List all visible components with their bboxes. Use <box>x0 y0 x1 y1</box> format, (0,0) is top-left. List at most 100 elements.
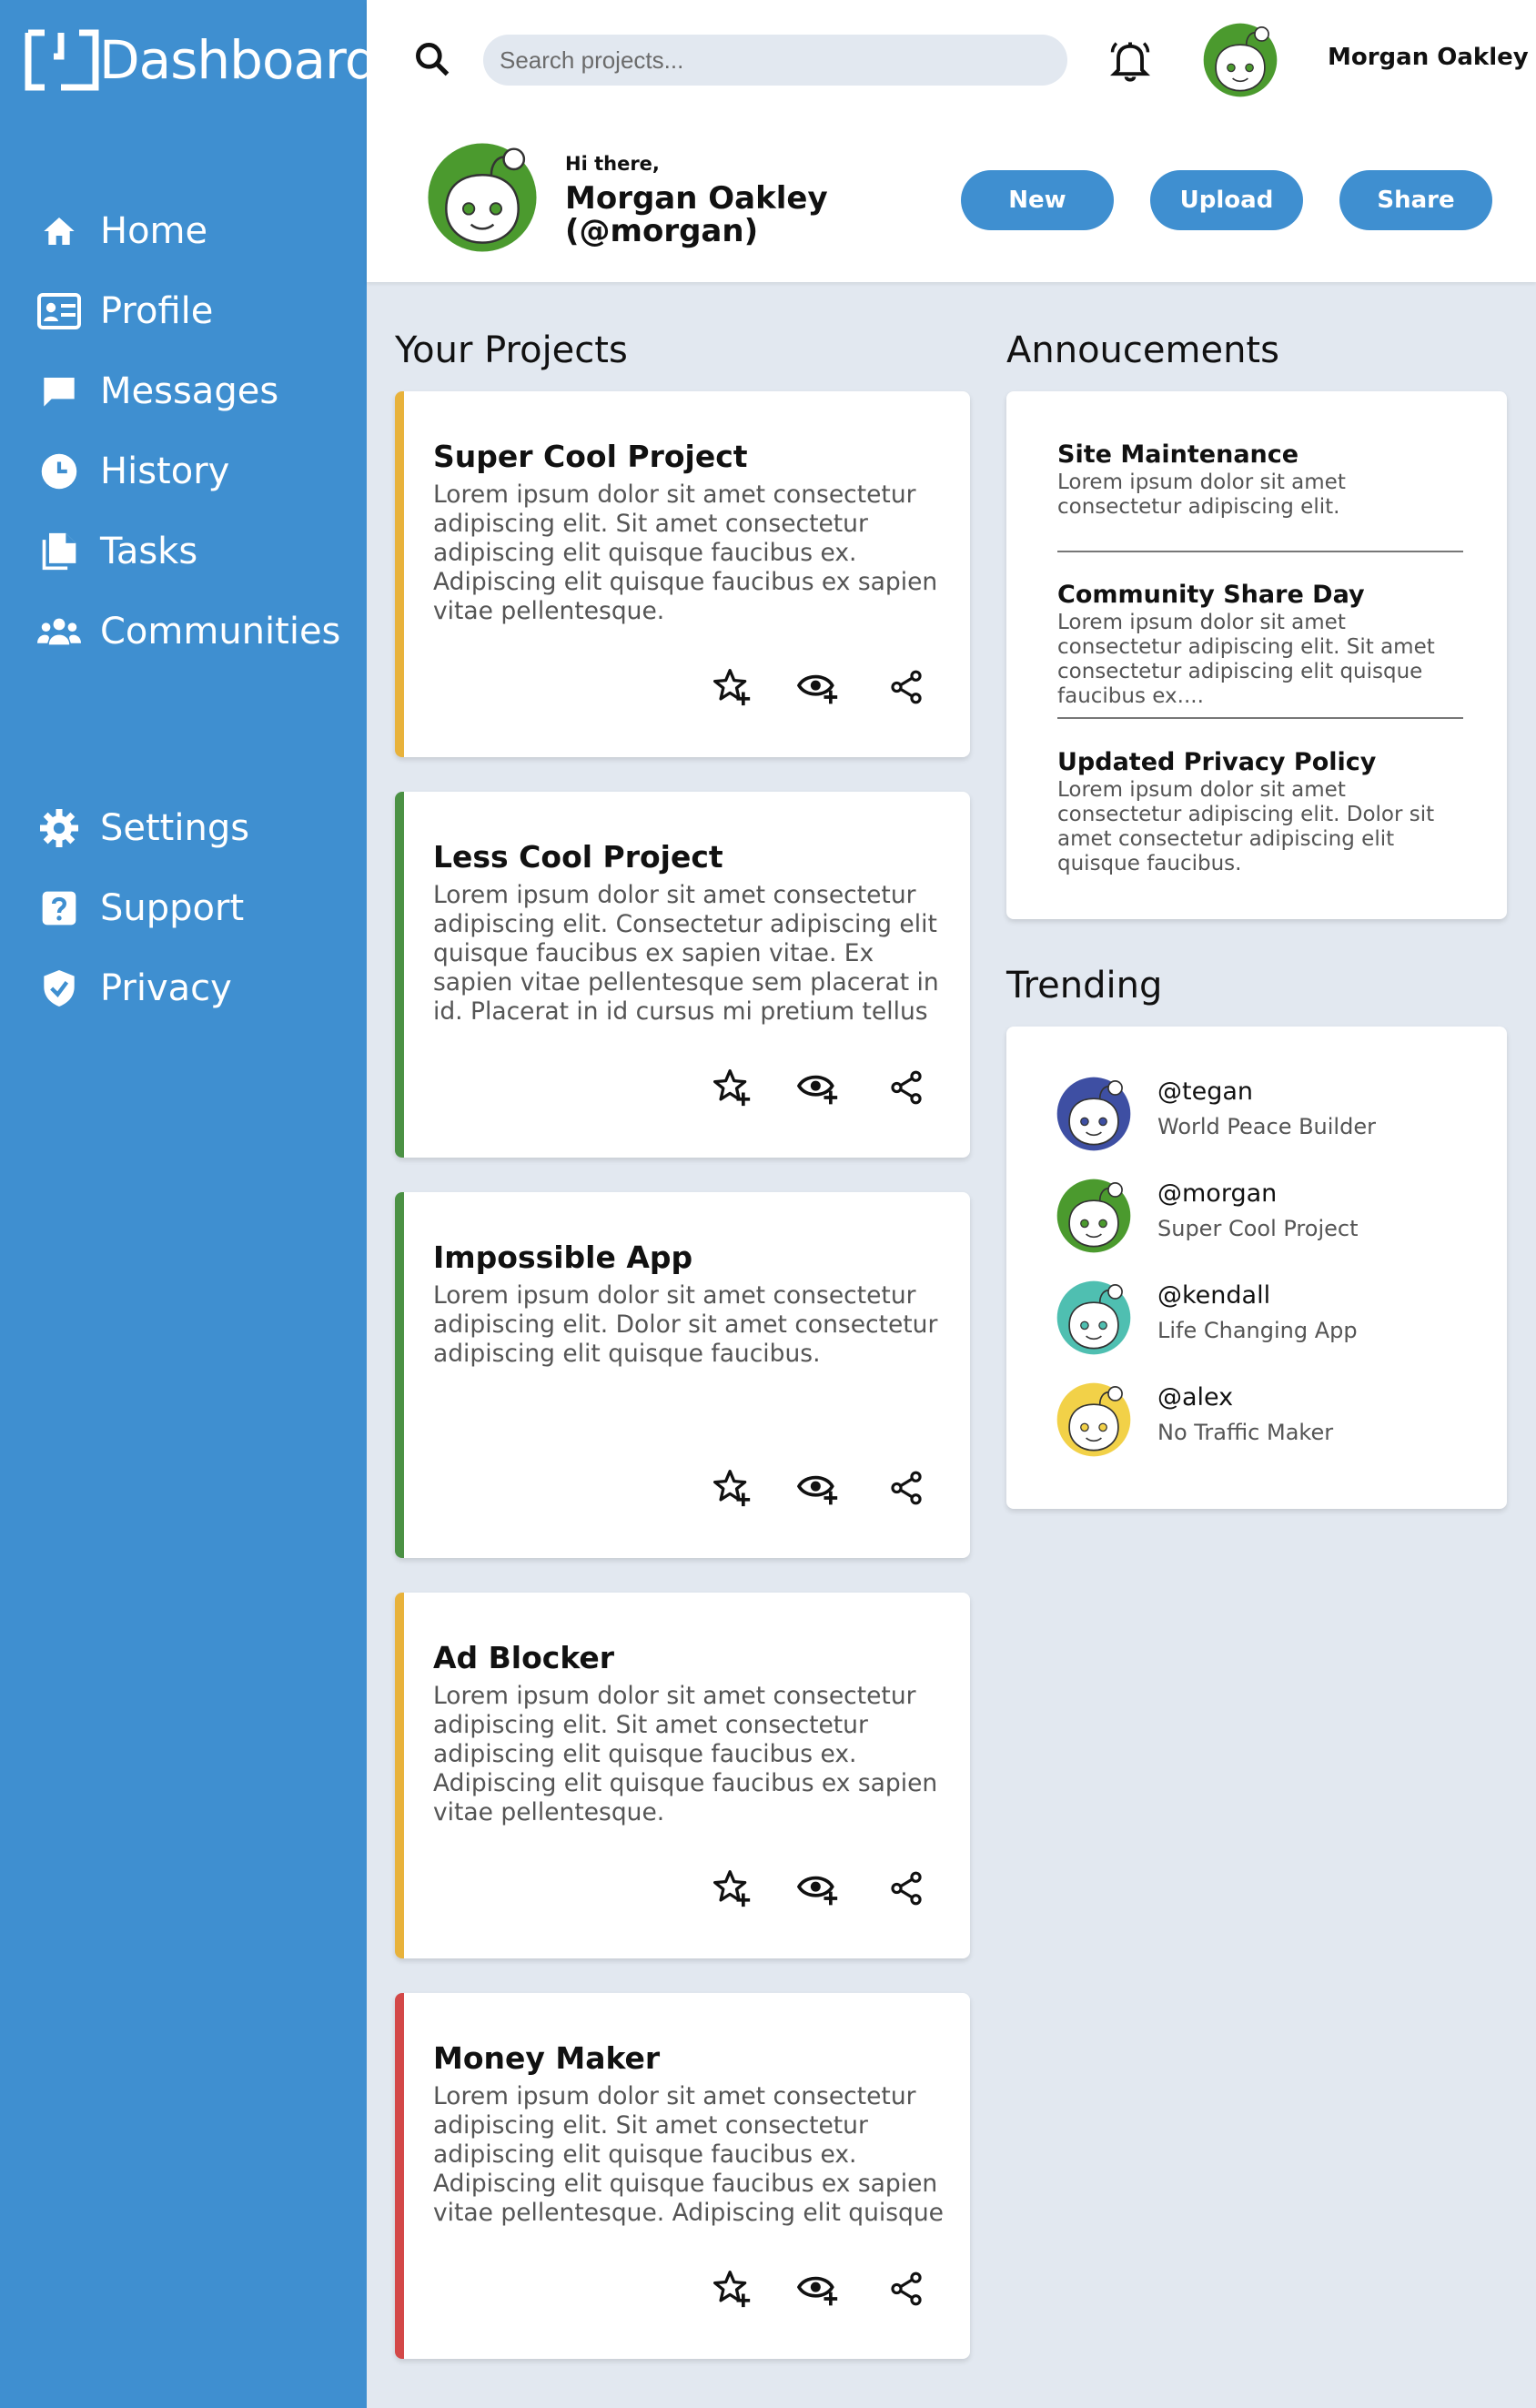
favorite-add-icon[interactable] <box>704 1060 759 1115</box>
sidebar-item-history[interactable]: History <box>36 431 346 511</box>
divider <box>1057 717 1463 719</box>
project-card[interactable]: Money Maker Lorem ipsum dolor sit amet c… <box>395 1993 970 2359</box>
project-title[interactable]: Less Cool Project <box>433 839 723 875</box>
avatar <box>1056 1381 1132 1458</box>
sidebar-item-label: Support <box>100 887 245 929</box>
gear-icon <box>36 805 82 851</box>
profile-full-name: Morgan Oakley <box>565 180 828 217</box>
header-username[interactable]: Morgan Oakley <box>1328 44 1529 71</box>
project-description: Lorem ipsum dolor sit amet consectetur a… <box>433 881 939 1026</box>
favorite-add-icon[interactable] <box>704 660 759 714</box>
projects-heading: Your Projects <box>395 329 628 371</box>
id-card-icon <box>36 288 82 334</box>
project-description: Lorem ipsum dolor sit amet consectetur a… <box>433 481 938 625</box>
question-icon <box>36 885 82 931</box>
search-icon[interactable] <box>412 39 452 79</box>
trending-project: No Traffic Maker <box>1157 1420 1334 1445</box>
trending-handle[interactable]: @kendall <box>1157 1281 1270 1310</box>
announcement-text: Lorem ipsum dolor sit amet consectetur a… <box>1057 611 1435 708</box>
sidebar-item-home[interactable]: Home <box>36 191 346 271</box>
documents-icon <box>36 529 82 574</box>
project-title[interactable]: Impossible App <box>433 1239 692 1275</box>
secondary-nav: Settings Support Privacy <box>36 788 346 1028</box>
trending-handle[interactable]: @morgan <box>1157 1179 1277 1208</box>
watch-add-icon[interactable] <box>792 1861 846 1916</box>
sidebar-item-support[interactable]: Support <box>36 868 346 948</box>
watch-add-icon[interactable] <box>792 1060 846 1115</box>
divider <box>1057 551 1463 552</box>
card-actions <box>704 1861 966 1916</box>
users-icon <box>36 609 82 654</box>
card-actions <box>704 2261 966 2316</box>
main-nav: Home Profile Messages History Tasks Comm… <box>36 191 346 672</box>
avatar <box>1056 1178 1132 1254</box>
sidebar-item-label: History <box>100 450 230 492</box>
brand-name: Dashboard <box>99 29 379 91</box>
share-icon[interactable] <box>879 660 934 714</box>
trending-project: Life Changing App <box>1157 1318 1358 1343</box>
project-description: Lorem ipsum dolor sit amet consectetur a… <box>433 1281 938 1368</box>
card-actions <box>704 1060 966 1115</box>
announcement-item[interactable]: Site Maintenance Lorem ipsum dolor sit a… <box>1057 440 1463 520</box>
sidebar-item-messages[interactable]: Messages <box>36 351 346 431</box>
brand[interactable]: Dashboard <box>25 29 379 91</box>
watch-add-icon[interactable] <box>792 2261 846 2316</box>
share-icon[interactable] <box>879 1461 934 1515</box>
project-card[interactable]: Ad Blocker Lorem ipsum dolor sit amet co… <box>395 1593 970 1958</box>
announcement-title[interactable]: Community Share Day <box>1057 581 1463 609</box>
trending-handle[interactable]: @tegan <box>1157 1078 1253 1106</box>
trending-item[interactable]: @tegan World Peace Builder <box>1056 1076 1474 1158</box>
sidebar-item-label: Communities <box>100 611 341 653</box>
project-card[interactable]: Super Cool Project Lorem ipsum dolor sit… <box>395 391 970 757</box>
sidebar-item-label: Messages <box>100 370 279 412</box>
trending-item[interactable]: @alex No Traffic Maker <box>1056 1381 1474 1463</box>
trending-handle[interactable]: @alex <box>1157 1383 1233 1411</box>
favorite-add-icon[interactable] <box>704 1861 759 1916</box>
new-button[interactable]: New <box>961 170 1114 230</box>
announcements-heading: Annoucements <box>1006 329 1279 371</box>
sidebar-item-communities[interactable]: Communities <box>36 592 346 672</box>
profile-handle: (@morgan) <box>565 213 759 249</box>
dashboard-logo-icon <box>25 29 99 91</box>
bell-icon[interactable] <box>1107 36 1154 84</box>
sidebar-item-label: Tasks <box>100 531 198 572</box>
watch-add-icon[interactable] <box>792 660 846 714</box>
announcement-item[interactable]: Community Share Day Lorem ipsum dolor si… <box>1057 581 1463 709</box>
profile-name: Morgan Oakley (@morgan) <box>565 182 856 248</box>
sidebar-item-label: Privacy <box>100 967 232 1009</box>
project-card[interactable]: Impossible App Lorem ipsum dolor sit ame… <box>395 1192 970 1558</box>
project-description: Lorem ipsum dolor sit amet consectetur a… <box>433 2082 944 2227</box>
announcement-title[interactable]: Updated Privacy Policy <box>1057 748 1463 776</box>
trending-card: @tegan World Peace Builder @morgan Super… <box>1006 1027 1507 1509</box>
trending-item[interactable]: @kendall Life Changing App <box>1056 1280 1474 1361</box>
avatar[interactable] <box>1202 22 1278 98</box>
trending-project: World Peace Builder <box>1157 1114 1376 1139</box>
upload-button[interactable]: Upload <box>1150 170 1303 230</box>
shield-icon <box>36 966 82 1011</box>
favorite-add-icon[interactable] <box>704 1461 759 1515</box>
search-input[interactable] <box>483 35 1067 86</box>
project-title[interactable]: Ad Blocker <box>433 1640 614 1675</box>
sidebar-item-tasks[interactable]: Tasks <box>36 511 346 592</box>
project-title[interactable]: Money Maker <box>433 2040 660 2076</box>
announcement-title[interactable]: Site Maintenance <box>1057 440 1463 469</box>
share-icon[interactable] <box>879 1060 934 1115</box>
greeting: Hi there, <box>565 153 660 175</box>
sidebar-item-profile[interactable]: Profile <box>36 271 346 351</box>
sidebar-item-privacy[interactable]: Privacy <box>36 948 346 1028</box>
project-title[interactable]: Super Cool Project <box>433 439 748 474</box>
watch-add-icon[interactable] <box>792 1461 846 1515</box>
trending-project: Super Cool Project <box>1157 1216 1359 1241</box>
favorite-add-icon[interactable] <box>704 2261 759 2316</box>
home-icon <box>36 208 82 254</box>
sidebar-item-label: Settings <box>100 807 250 849</box>
project-card[interactable]: Less Cool Project Lorem ipsum dolor sit … <box>395 792 970 1158</box>
trending-item[interactable]: @morgan Super Cool Project <box>1056 1178 1474 1260</box>
share-icon[interactable] <box>879 1861 934 1916</box>
share-button[interactable]: Share <box>1339 170 1492 230</box>
announcement-item[interactable]: Updated Privacy Policy Lorem ipsum dolor… <box>1057 748 1463 876</box>
avatar <box>1056 1076 1132 1152</box>
share-icon[interactable] <box>879 2261 934 2316</box>
clock-icon <box>36 449 82 494</box>
sidebar-item-settings[interactable]: Settings <box>36 788 346 868</box>
